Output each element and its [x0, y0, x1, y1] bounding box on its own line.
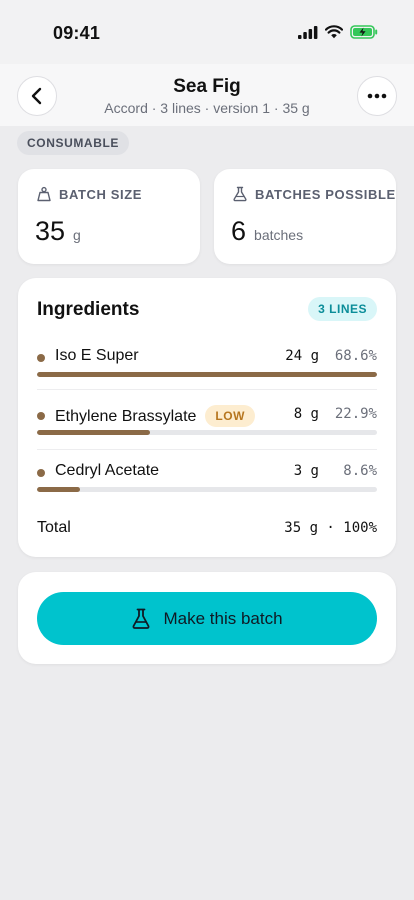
more-button[interactable]: [357, 76, 397, 116]
ingredient-row[interactable]: Ethylene Brassylate LOW 8 g 22.9%: [37, 405, 377, 449]
ingredient-row[interactable]: Cedryl Acetate 3 g 8.6%: [37, 462, 377, 506]
ingredient-bar-fill: [37, 430, 151, 435]
make-batch-label: Make this batch: [163, 608, 283, 628]
page-subtitle: Accord · 3 lines · version 1 · 35 g: [104, 100, 310, 116]
status-bar: 09:41: [0, 0, 414, 64]
batches-possible-label: BATCHES POSSIBLE: [255, 186, 396, 202]
ingredient-dot: [37, 354, 45, 362]
ingredient-percent: 22.9%: [334, 406, 377, 422]
batch-size-value: 35: [35, 216, 66, 246]
batch-size-label: BATCH SIZE: [59, 186, 143, 202]
divider: [37, 389, 377, 390]
ingredient-dot: [37, 469, 45, 477]
ingredients-title: Ingredients: [37, 299, 140, 320]
weight-icon: [37, 186, 51, 202]
ingredient-name: Ethylene Brassylate LOW: [55, 405, 255, 427]
batches-possible-value: 6: [231, 216, 247, 246]
ingredient-bar-track: [37, 372, 377, 377]
ingredient-dot: [37, 412, 45, 420]
action-card: Make this batch: [18, 572, 396, 664]
ingredient-amount: 3 g: [293, 463, 319, 479]
ingredient-name-text: Iso E Super: [55, 347, 139, 364]
divider: [37, 449, 377, 450]
batch-size-label-row: BATCH SIZE: [36, 186, 142, 202]
batches-possible-card: BATCHES POSSIBLE 6 batches: [214, 169, 396, 264]
batch-size-unit: g: [73, 227, 81, 243]
cellular-signal-icon: [298, 25, 318, 39]
batches-possible-value-row: 6 batches: [231, 216, 303, 247]
ingredient-amount: 24 g: [285, 348, 319, 364]
more-horizontal-icon: [367, 93, 387, 99]
total-label: Total: [37, 519, 71, 536]
wifi-icon: [325, 25, 343, 39]
ingredient-bar-track: [37, 430, 377, 435]
ingredient-name: Cedryl Acetate: [55, 462, 159, 480]
ingredient-row[interactable]: Iso E Super 24 g 68.6%: [37, 347, 377, 391]
make-batch-button[interactable]: Make this batch: [37, 592, 377, 645]
low-stock-badge: LOW: [205, 405, 255, 427]
ingredient-amount: 8 g: [293, 406, 319, 422]
ingredients-card: Ingredients 3 LINES Iso E Super 24 g 68.…: [18, 278, 396, 557]
batches-possible-label-row: BATCHES POSSIBLE: [232, 186, 396, 202]
consumable-badge: CONSUMABLE: [17, 131, 129, 155]
page-title: Sea Fig: [173, 76, 241, 97]
ingredient-name-text: Ethylene Brassylate: [55, 408, 197, 425]
battery-charging-icon: [350, 25, 378, 39]
total-value: 35 g · 100%: [284, 520, 377, 536]
batch-size-card: BATCH SIZE 35 g: [18, 169, 200, 264]
status-time: 09:41: [53, 23, 101, 43]
header: Sea Fig Accord · 3 lines · version 1 · 3…: [0, 64, 414, 126]
ingredient-bar-track: [37, 487, 377, 492]
lines-count-badge: 3 LINES: [308, 297, 377, 321]
ingredient-percent: 68.6%: [334, 348, 377, 364]
ingredient-bar-fill: [37, 372, 377, 377]
status-icons: [298, 25, 378, 39]
flask-icon: [233, 186, 247, 202]
ingredient-name-text: Cedryl Acetate: [55, 462, 160, 479]
ingredient-percent: 8.6%: [343, 463, 377, 479]
ingredient-name: Iso E Super: [55, 347, 139, 365]
batches-possible-unit: batches: [254, 227, 304, 243]
batch-size-value-row: 35 g: [35, 216, 81, 247]
flask-icon: [132, 608, 150, 629]
ingredient-bar-fill: [37, 487, 80, 492]
